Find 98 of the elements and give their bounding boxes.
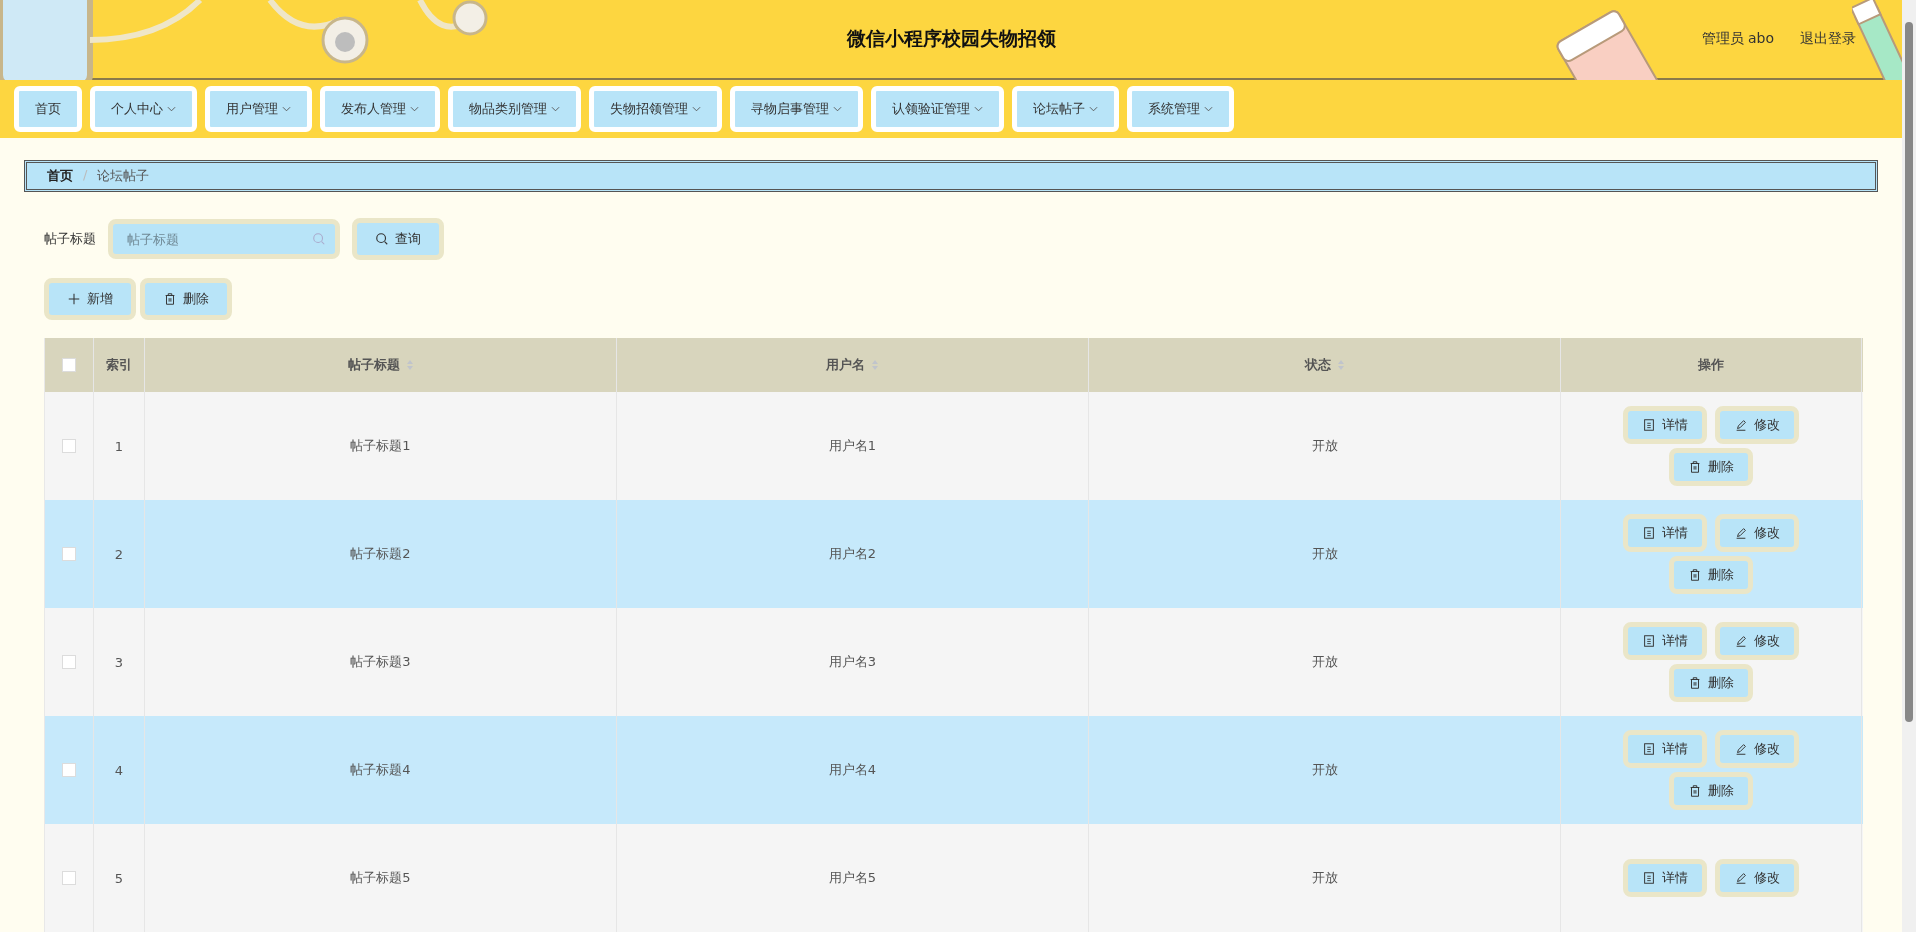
scrollbar-thumb[interactable] bbox=[1905, 22, 1913, 722]
table-cell: 帖子标题1 bbox=[350, 437, 411, 455]
chevron-down-icon bbox=[974, 106, 983, 112]
add-button[interactable]: 新增 bbox=[44, 278, 136, 320]
chevron-down-icon bbox=[1089, 106, 1098, 112]
select-all-checkbox[interactable] bbox=[62, 358, 76, 372]
delete-button[interactable]: 删除 bbox=[1669, 772, 1753, 810]
scrollbar[interactable] bbox=[1902, 0, 1916, 932]
row-checkbox[interactable] bbox=[62, 871, 76, 885]
search-icon bbox=[312, 232, 326, 246]
edit-button[interactable]: 修改 bbox=[1715, 622, 1799, 660]
detail-button[interactable]: 详情 bbox=[1623, 406, 1707, 444]
table-cell: 开放 bbox=[1311, 761, 1338, 779]
column-title: 帖子标题 bbox=[347, 356, 400, 374]
search-field[interactable]: 帖子标题 bbox=[108, 219, 340, 259]
nav-menu-item[interactable]: 用户管理 bbox=[205, 86, 312, 132]
detail-button[interactable]: 详情 bbox=[1623, 859, 1707, 897]
edit-button[interactable]: 修改 bbox=[1715, 406, 1799, 444]
table-cell: 用户名3 bbox=[828, 653, 877, 671]
edit-button[interactable]: 修改 bbox=[1715, 730, 1799, 768]
table-cell: 1 bbox=[114, 438, 124, 454]
chevron-down-icon bbox=[410, 106, 419, 112]
table-cell: 用户名2 bbox=[828, 545, 877, 563]
column-title: 状态 bbox=[1304, 356, 1331, 374]
detail-button[interactable]: 详情 bbox=[1623, 622, 1707, 660]
chevron-down-icon bbox=[282, 106, 291, 112]
document-icon bbox=[1642, 526, 1656, 540]
logout-link[interactable]: 退出登录 bbox=[1800, 30, 1856, 48]
search-icon bbox=[375, 232, 389, 246]
nav-menu-item[interactable]: 发布人管理 bbox=[320, 86, 440, 132]
table-cell: 帖子标题4 bbox=[350, 761, 411, 779]
sort-icon[interactable] bbox=[871, 359, 879, 371]
chevron-down-icon bbox=[692, 106, 701, 112]
column-title: 索引 bbox=[106, 356, 132, 374]
search-button[interactable]: 查询 bbox=[352, 218, 444, 260]
chevron-down-icon bbox=[833, 106, 842, 112]
row-checkbox[interactable] bbox=[62, 655, 76, 669]
table-cell: 开放 bbox=[1311, 653, 1338, 671]
table-cell: 用户名1 bbox=[828, 437, 877, 455]
table-cell: 帖子标题3 bbox=[350, 653, 411, 671]
sort-icon[interactable] bbox=[1336, 359, 1345, 371]
app-title: 微信小程序校园失物招领 bbox=[846, 26, 1056, 51]
document-icon bbox=[1642, 742, 1656, 756]
admin-username: 管理员 abo bbox=[1701, 30, 1774, 48]
search-label: 帖子标题 bbox=[44, 230, 96, 248]
nav-menu-item[interactable]: 寻物启事管理 bbox=[730, 86, 863, 132]
table-cell: 用户名5 bbox=[828, 869, 877, 887]
trash-icon bbox=[1688, 460, 1702, 474]
nav-menu-item[interactable]: 首页 bbox=[14, 86, 82, 132]
plus-icon bbox=[67, 292, 81, 306]
pencil-icon bbox=[1734, 871, 1748, 885]
nav-menu-item[interactable]: 系统管理 bbox=[1127, 86, 1234, 132]
pencil-icon bbox=[1734, 418, 1748, 432]
pencil-icon bbox=[1734, 742, 1748, 756]
row-checkbox[interactable] bbox=[62, 439, 76, 453]
edit-button[interactable]: 修改 bbox=[1715, 859, 1799, 897]
row-checkbox[interactable] bbox=[62, 763, 76, 777]
detail-button[interactable]: 详情 bbox=[1623, 730, 1707, 768]
breadcrumb-separator: / bbox=[83, 167, 88, 184]
table-cell: 用户名4 bbox=[828, 761, 877, 779]
table-cell: 5 bbox=[114, 870, 124, 886]
delete-button[interactable]: 删除 bbox=[1669, 556, 1753, 594]
chevron-down-icon bbox=[1204, 106, 1213, 112]
sort-icon[interactable] bbox=[405, 359, 414, 371]
nav-menu-item[interactable]: 认领验证管理 bbox=[871, 86, 1004, 132]
delete-button[interactable]: 删除 bbox=[1669, 664, 1753, 702]
detail-button[interactable]: 详情 bbox=[1623, 514, 1707, 552]
chevron-down-icon bbox=[551, 106, 560, 112]
table-cell: 帖子标题5 bbox=[350, 869, 411, 887]
table-cell: 开放 bbox=[1311, 869, 1338, 887]
column-title: 操作 bbox=[1698, 356, 1724, 374]
nav-menu-item[interactable]: 失物招领管理 bbox=[589, 86, 722, 132]
document-icon bbox=[1642, 871, 1656, 885]
pencil-icon bbox=[1734, 634, 1748, 648]
nav-menu-item[interactable]: 物品类别管理 bbox=[448, 86, 581, 132]
chevron-down-icon bbox=[167, 106, 176, 112]
table-cell: 开放 bbox=[1311, 437, 1338, 455]
delete-button[interactable]: 删除 bbox=[1669, 448, 1753, 486]
trash-icon bbox=[163, 292, 177, 306]
table-cell: 帖子标题2 bbox=[350, 545, 411, 563]
nav-menu-item[interactable]: 个人中心 bbox=[90, 86, 197, 132]
document-icon bbox=[1642, 418, 1656, 432]
document-icon bbox=[1642, 634, 1656, 648]
breadcrumb-item[interactable]: 首页 bbox=[47, 167, 73, 185]
trash-icon bbox=[1688, 568, 1702, 582]
edit-button[interactable]: 修改 bbox=[1715, 514, 1799, 552]
trash-icon bbox=[1688, 676, 1702, 690]
breadcrumb-item: 论坛帖子 bbox=[97, 167, 150, 185]
pencil-icon bbox=[1734, 526, 1748, 540]
delete-button[interactable]: 删除 bbox=[140, 278, 232, 320]
table-cell: 3 bbox=[114, 654, 124, 670]
trash-icon bbox=[1688, 784, 1702, 798]
nav-menu-item[interactable]: 论坛帖子 bbox=[1012, 86, 1119, 132]
table-cell: 开放 bbox=[1311, 545, 1338, 563]
table-cell: 4 bbox=[114, 762, 124, 778]
table-cell: 2 bbox=[114, 546, 124, 562]
row-checkbox[interactable] bbox=[62, 547, 76, 561]
column-title: 用户名 bbox=[826, 356, 865, 374]
